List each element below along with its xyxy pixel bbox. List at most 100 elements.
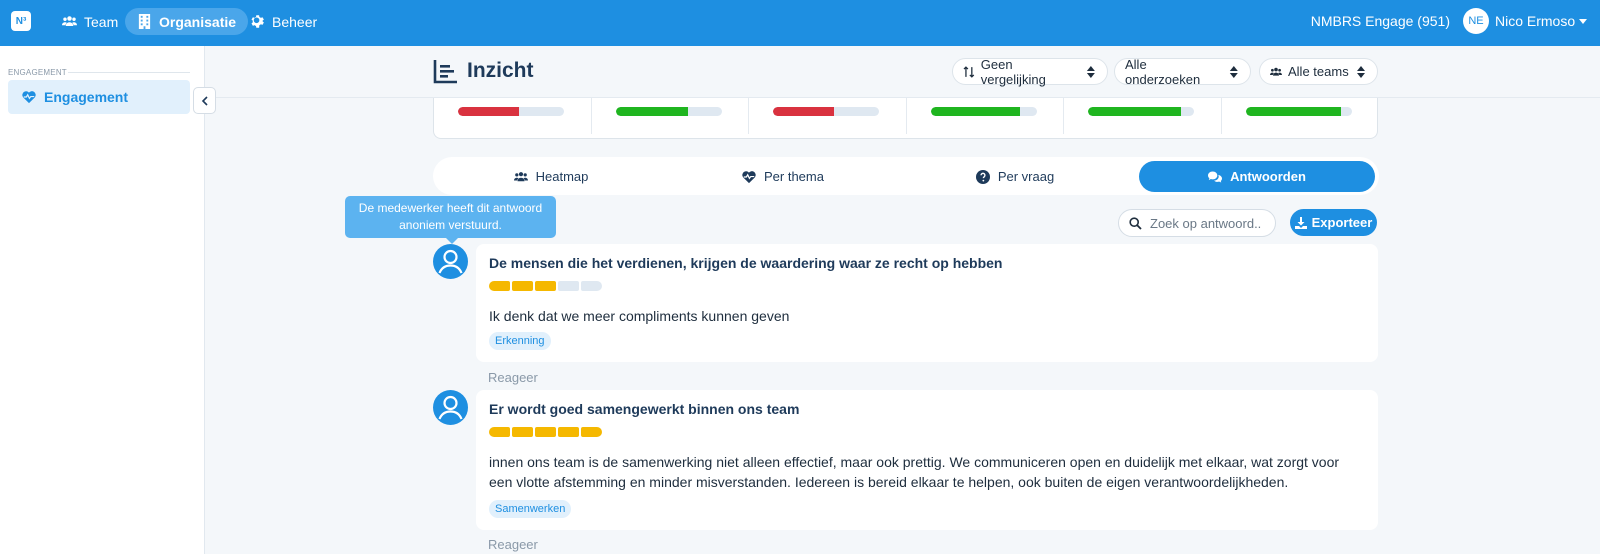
tab-heatmap-label: Heatmap — [535, 169, 589, 184]
sort-arrows-icon — [963, 65, 975, 78]
select-arrows-icon — [1356, 65, 1365, 78]
rating-segment — [512, 281, 533, 291]
sidebar-item-label: Engagement — [44, 89, 129, 105]
tab-antwoorden-label: Antwoorden — [1230, 169, 1306, 184]
score-bar-fill — [773, 107, 835, 116]
score-bar-fill — [1245, 107, 1341, 116]
score-bar-track — [1088, 107, 1194, 116]
comments-icon — [1208, 171, 1223, 182]
tab-per-thema-label: Per thema — [764, 169, 824, 184]
chart-bars-icon — [433, 60, 457, 84]
sidebar: ENGAGEMENT Engagement — [0, 46, 205, 554]
nav-organisatie-label: Organisatie — [159, 13, 237, 30]
rating-segment — [489, 281, 510, 291]
sidebar-divider — [68, 72, 190, 73]
rating-segment — [535, 427, 556, 437]
score-bar-track — [773, 107, 879, 116]
score-bars-card — [433, 98, 1378, 139]
score-bar-fill — [615, 107, 688, 116]
company-switcher[interactable]: NMBRS Engage (951) — [1311, 13, 1450, 29]
answer-card: De mensen die het verdienen, krijgen de … — [476, 244, 1378, 362]
rating-segment — [558, 427, 579, 437]
sidebar-collapse-button[interactable] — [193, 87, 216, 114]
tab-antwoorden[interactable]: Antwoorden — [1139, 161, 1375, 192]
rating-segment — [558, 281, 579, 291]
users-icon — [62, 16, 77, 26]
nav-beheer-label: Beheer — [272, 13, 318, 30]
nav-team-label: Team — [84, 13, 119, 30]
select-arrows-icon — [1087, 65, 1096, 78]
select-arrows-icon — [1230, 65, 1239, 78]
question-title: Er wordt goed samengewerkt binnen ons te… — [489, 401, 800, 417]
export-button[interactable]: Exporteer — [1290, 209, 1377, 236]
theme-tag: Samenwerken — [489, 500, 572, 518]
tab-per-thema[interactable]: Per thema — [669, 161, 897, 192]
export-button-label: Exporteer — [1311, 215, 1373, 230]
score-bar-cell — [907, 98, 1064, 134]
score-bar-track — [930, 107, 1037, 116]
users-icon — [1270, 67, 1282, 76]
tab-per-vraag-label: Per vraag — [997, 169, 1055, 184]
survey-filter-label: Alle onderzoeken — [1125, 56, 1201, 87]
comparison-filter[interactable]: Geen vergelijking — [952, 56, 1108, 87]
team-filter-label: Alle teams — [1288, 64, 1349, 79]
nav-beheer[interactable]: Beheer — [238, 8, 329, 35]
gear-icon — [251, 15, 264, 28]
heart-pulse-icon — [22, 91, 36, 104]
page-title-text: Inzicht — [467, 59, 534, 82]
rating-segment — [512, 427, 533, 437]
tab-per-vraag[interactable]: Per vraag — [901, 161, 1129, 192]
answer-card: Er wordt goed samengewerkt binnen ons te… — [476, 390, 1378, 530]
question-icon — [975, 169, 990, 184]
answer-text: innen ons team is de samenwerking niet a… — [489, 454, 1340, 490]
top-navigation-bar: N³ Team Organisatie Beheer NMBRS Engage … — [0, 0, 1600, 46]
nav-organisatie[interactable]: Organisatie — [125, 8, 249, 35]
rating-bar — [489, 427, 602, 437]
user-icon — [438, 249, 463, 274]
tab-heatmap[interactable]: Heatmap — [437, 161, 665, 192]
score-bar-track — [458, 107, 564, 116]
question-title: De mensen die het verdienen, krijgen de … — [489, 255, 1003, 271]
score-bar-fill — [1088, 107, 1182, 116]
app-logo[interactable]: N³ — [11, 11, 31, 31]
answer-search[interactable] — [1118, 209, 1276, 237]
tooltip-line-2: anoniem verstuurd. — [399, 218, 502, 232]
heart-pulse-icon — [742, 170, 756, 183]
user-icon — [438, 395, 463, 420]
search-icon — [1129, 216, 1142, 230]
score-bar-fill — [458, 107, 520, 116]
users-icon — [513, 171, 528, 181]
score-bar-track — [615, 107, 722, 116]
score-bar-cell — [434, 98, 592, 134]
nav-team[interactable]: Team — [50, 8, 130, 35]
score-bar-cell — [749, 98, 907, 134]
rating-segment — [535, 281, 556, 291]
rating-bar — [489, 281, 602, 291]
comparison-filter-label: Geen vergelijking — [980, 56, 1046, 87]
tooltip-line-1: De medewerker heeft dit antwoord — [358, 201, 543, 215]
user-avatar[interactable]: NE — [1463, 8, 1489, 34]
rating-segment — [489, 427, 510, 437]
sidebar-item-engagement[interactable]: Engagement — [8, 80, 190, 114]
score-bar-cell — [592, 98, 749, 134]
reply-link[interactable]: Reageer — [488, 537, 538, 552]
theme-tag: Erkenning — [489, 332, 551, 350]
search-input[interactable] — [1150, 215, 1270, 231]
sidebar-section-title: ENGAGEMENT — [8, 68, 67, 77]
download-icon — [1294, 216, 1307, 229]
team-filter[interactable]: Alle teams — [1259, 58, 1378, 85]
reply-link[interactable]: Reageer — [488, 370, 538, 385]
score-bar-cell — [1064, 98, 1222, 134]
score-bar-cell — [1222, 98, 1380, 134]
anonymous-tooltip: De medewerker heeft dit antwoord anoniem… — [345, 196, 556, 238]
building-icon — [138, 14, 151, 29]
survey-filter[interactable]: Alle onderzoeken — [1114, 56, 1251, 87]
anonymous-avatar — [433, 244, 468, 279]
user-menu[interactable]: Nico Ermoso — [1495, 13, 1588, 29]
user-name-label: Nico Ermoso — [1495, 13, 1576, 29]
answer-text: Ik denk dat we meer compliments kunnen g… — [489, 308, 790, 324]
anonymous-avatar — [433, 390, 468, 425]
view-tabs: Heatmap Per thema Per vraag Antwoorden — [433, 157, 1379, 195]
rating-segment — [581, 427, 602, 437]
chevron-left-icon — [201, 95, 208, 106]
